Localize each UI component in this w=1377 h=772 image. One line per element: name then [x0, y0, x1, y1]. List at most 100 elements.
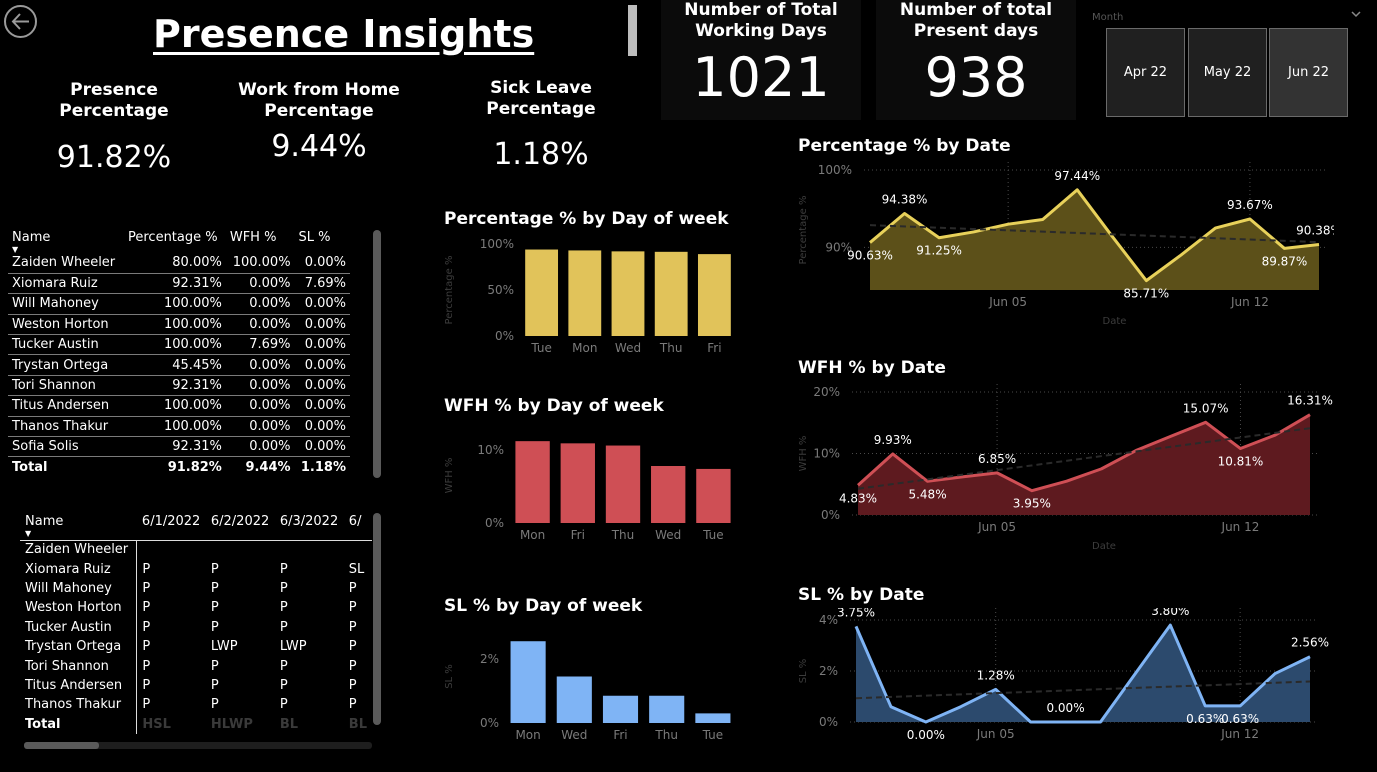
- table-row[interactable]: Xiomara Ruiz P P P SL: [20, 559, 372, 579]
- y-tick-label: 2%: [480, 652, 499, 666]
- total-cell: Total: [20, 714, 138, 734]
- month-option-jun[interactable]: Jun 22: [1269, 28, 1348, 117]
- bar-fri: [602, 695, 639, 723]
- present-days-label: Number of total Present days: [899, 0, 1053, 41]
- att-col-date2-header[interactable]: 6/2/2022: [205, 510, 275, 541]
- x-tick-label: Wed: [655, 528, 681, 542]
- row-name-cell: Will Mahoney: [8, 293, 124, 315]
- table-row[interactable]: Titus Andersen P P P P: [20, 675, 372, 696]
- presence-kpi-label: Presence Percentage: [59, 80, 169, 121]
- table-row[interactable]: Tori Shannon P P P P: [20, 656, 372, 676]
- data-label: 89.87%: [1262, 254, 1308, 268]
- back-button[interactable]: [4, 5, 37, 38]
- col-wfh-header[interactable]: WFH %: [226, 230, 295, 253]
- attendance-table-h-scrollbar[interactable]: [24, 742, 372, 749]
- data-label: 3.75%: [837, 608, 875, 619]
- row-value-cell: 0.00%: [294, 293, 350, 315]
- row-value-cell: 0.00%: [225, 436, 295, 458]
- table-row[interactable]: Thanos Thakur 100.00% 0.00% 0.00%: [8, 416, 350, 438]
- table-row[interactable]: Sofia Solis 92.31% 0.00% 0.00%: [8, 436, 350, 458]
- bar-thu: [654, 251, 688, 336]
- summary-table-scrollbar[interactable]: [373, 230, 381, 478]
- table-row[interactable]: Weston Horton 100.00% 0.00% 0.00%: [8, 314, 350, 336]
- sl-date-chart-title: SL % by Date: [798, 585, 925, 605]
- data-label: 6.85%: [978, 452, 1016, 466]
- attendance-status-cell: P: [142, 639, 151, 655]
- table-row[interactable]: Weston Horton P P P P: [20, 598, 372, 618]
- row-name-cell: Sofia Solis: [8, 436, 124, 458]
- table-row[interactable]: Tucker Austin P P P P: [20, 617, 372, 637]
- data-label: 15.07%: [1183, 401, 1229, 415]
- table-row[interactable]: Zaiden Wheeler: [20, 540, 372, 560]
- total-cell: Total: [8, 456, 124, 478]
- table-row[interactable]: Will Mahoney 100.00% 0.00% 0.00%: [8, 293, 350, 315]
- table-row[interactable]: Trystan Ortega 45.45% 0.00% 0.00%: [8, 354, 350, 376]
- x-tick-label: Tue: [702, 528, 724, 542]
- table-row[interactable]: Will Mahoney P P P P: [20, 578, 372, 599]
- row-name-cell: Xiomara Ruiz: [20, 559, 138, 579]
- attendance-table-v-scrollbar[interactable]: [373, 513, 381, 725]
- att-col-date1-header[interactable]: 6/1/2022: [136, 510, 206, 541]
- attendance-status-cell: P: [279, 600, 288, 616]
- y-tick-label: 10%: [477, 443, 504, 457]
- table-row[interactable]: Tucker Austin 100.00% 7.69% 0.00%: [8, 334, 350, 356]
- y-axis-label: SL %: [444, 664, 455, 689]
- att-col-name-header[interactable]: Name ▼: [20, 510, 137, 541]
- attendance-status-cell: P: [142, 677, 151, 693]
- table-row[interactable]: Trystan Ortega P LWP LWP P: [20, 636, 372, 657]
- row-value-cell: 0.00%: [294, 375, 350, 397]
- data-label: 90.63%: [847, 249, 893, 263]
- attendance-status-cell: P: [279, 580, 288, 596]
- col-name-header[interactable]: Name ▼: [8, 230, 124, 254]
- x-tick-label: Wed: [561, 728, 587, 742]
- col-sl-header[interactable]: SL %: [295, 230, 350, 253]
- row-value-cell: 0.00%: [294, 416, 350, 438]
- x-tick-label: Tue: [702, 728, 724, 742]
- table-row[interactable]: Xiomara Ruiz 92.31% 0.00% 7.69%: [8, 273, 350, 295]
- bar-mon: [568, 250, 602, 336]
- row-value-cell: 0.00%: [294, 334, 350, 356]
- data-label: 90.38%: [1296, 223, 1334, 237]
- total-working-days-value: 1021: [692, 46, 830, 109]
- table-row[interactable]: Titus Andersen 100.00% 0.00% 0.00%: [8, 395, 350, 417]
- month-option-apr[interactable]: Apr 22: [1106, 28, 1185, 117]
- data-label: 10.81%: [1218, 455, 1264, 469]
- table-row[interactable]: Thanos Thakur P P P P: [20, 695, 372, 715]
- pct-dow-chart: Percentage % 0% 50% 100% Tue Mon Wed Thu Fri: [444, 237, 731, 355]
- attendance-status-cell: P: [142, 619, 151, 635]
- chevron-down-icon[interactable]: [1350, 8, 1362, 20]
- row-value-cell: 7.69%: [225, 334, 295, 356]
- row-name-cell: Tucker Austin: [20, 617, 138, 637]
- data-label: 4.83%: [839, 491, 877, 505]
- total-cell: 9.44%: [225, 456, 295, 478]
- attendance-status-cell: [344, 540, 372, 559]
- row-value-cell: 100.00%: [123, 314, 226, 336]
- att-col-date4-header[interactable]: 6/: [343, 510, 372, 541]
- table-row[interactable]: Tori Shannon 92.31% 0.00% 0.00%: [8, 375, 350, 397]
- y-tick-label: 50%: [487, 283, 514, 297]
- y-tick-label: 2%: [819, 664, 838, 678]
- attendance-status-cell: P: [210, 561, 219, 577]
- x-tick-label: Fri: [707, 341, 721, 355]
- month-option-may[interactable]: May 22: [1188, 28, 1267, 117]
- bar-tue: [696, 468, 731, 523]
- h-scrollbar-thumb[interactable]: [24, 742, 99, 749]
- row-name-cell: Thanos Thakur: [8, 416, 124, 438]
- table-total-row: Total HSL HLWP BL BL: [20, 714, 372, 734]
- att-col-date3-header[interactable]: 6/3/2022: [274, 510, 344, 541]
- row-name-cell: Xiomara Ruiz: [8, 273, 124, 295]
- row-value-cell: 0.00%: [225, 375, 295, 397]
- attendance-status-cell: P: [348, 677, 357, 693]
- total-cell: HLWP: [210, 716, 253, 732]
- y-tick-label: 4%: [819, 613, 838, 627]
- attendance-status-cell: P: [210, 600, 219, 616]
- table-row[interactable]: Zaiden Wheeler 80.00% 100.00% 0.00%: [8, 253, 350, 274]
- col-percentage-header[interactable]: Percentage %: [124, 230, 226, 253]
- row-value-cell: 100.00%: [123, 293, 226, 315]
- pct-date-chart: 90%100%Jun 05 Jun 12Percentage %Date90.63…: [798, 160, 1334, 327]
- data-label: 2.56%: [1291, 636, 1329, 650]
- y-tick-label: 10%: [813, 447, 840, 461]
- attendance-status-cell: P: [210, 658, 219, 674]
- table-header-row: Name ▼ 6/1/2022 6/2/2022 6/3/2022 6/: [20, 510, 372, 541]
- x-tick-label: Jun 12: [1221, 520, 1260, 534]
